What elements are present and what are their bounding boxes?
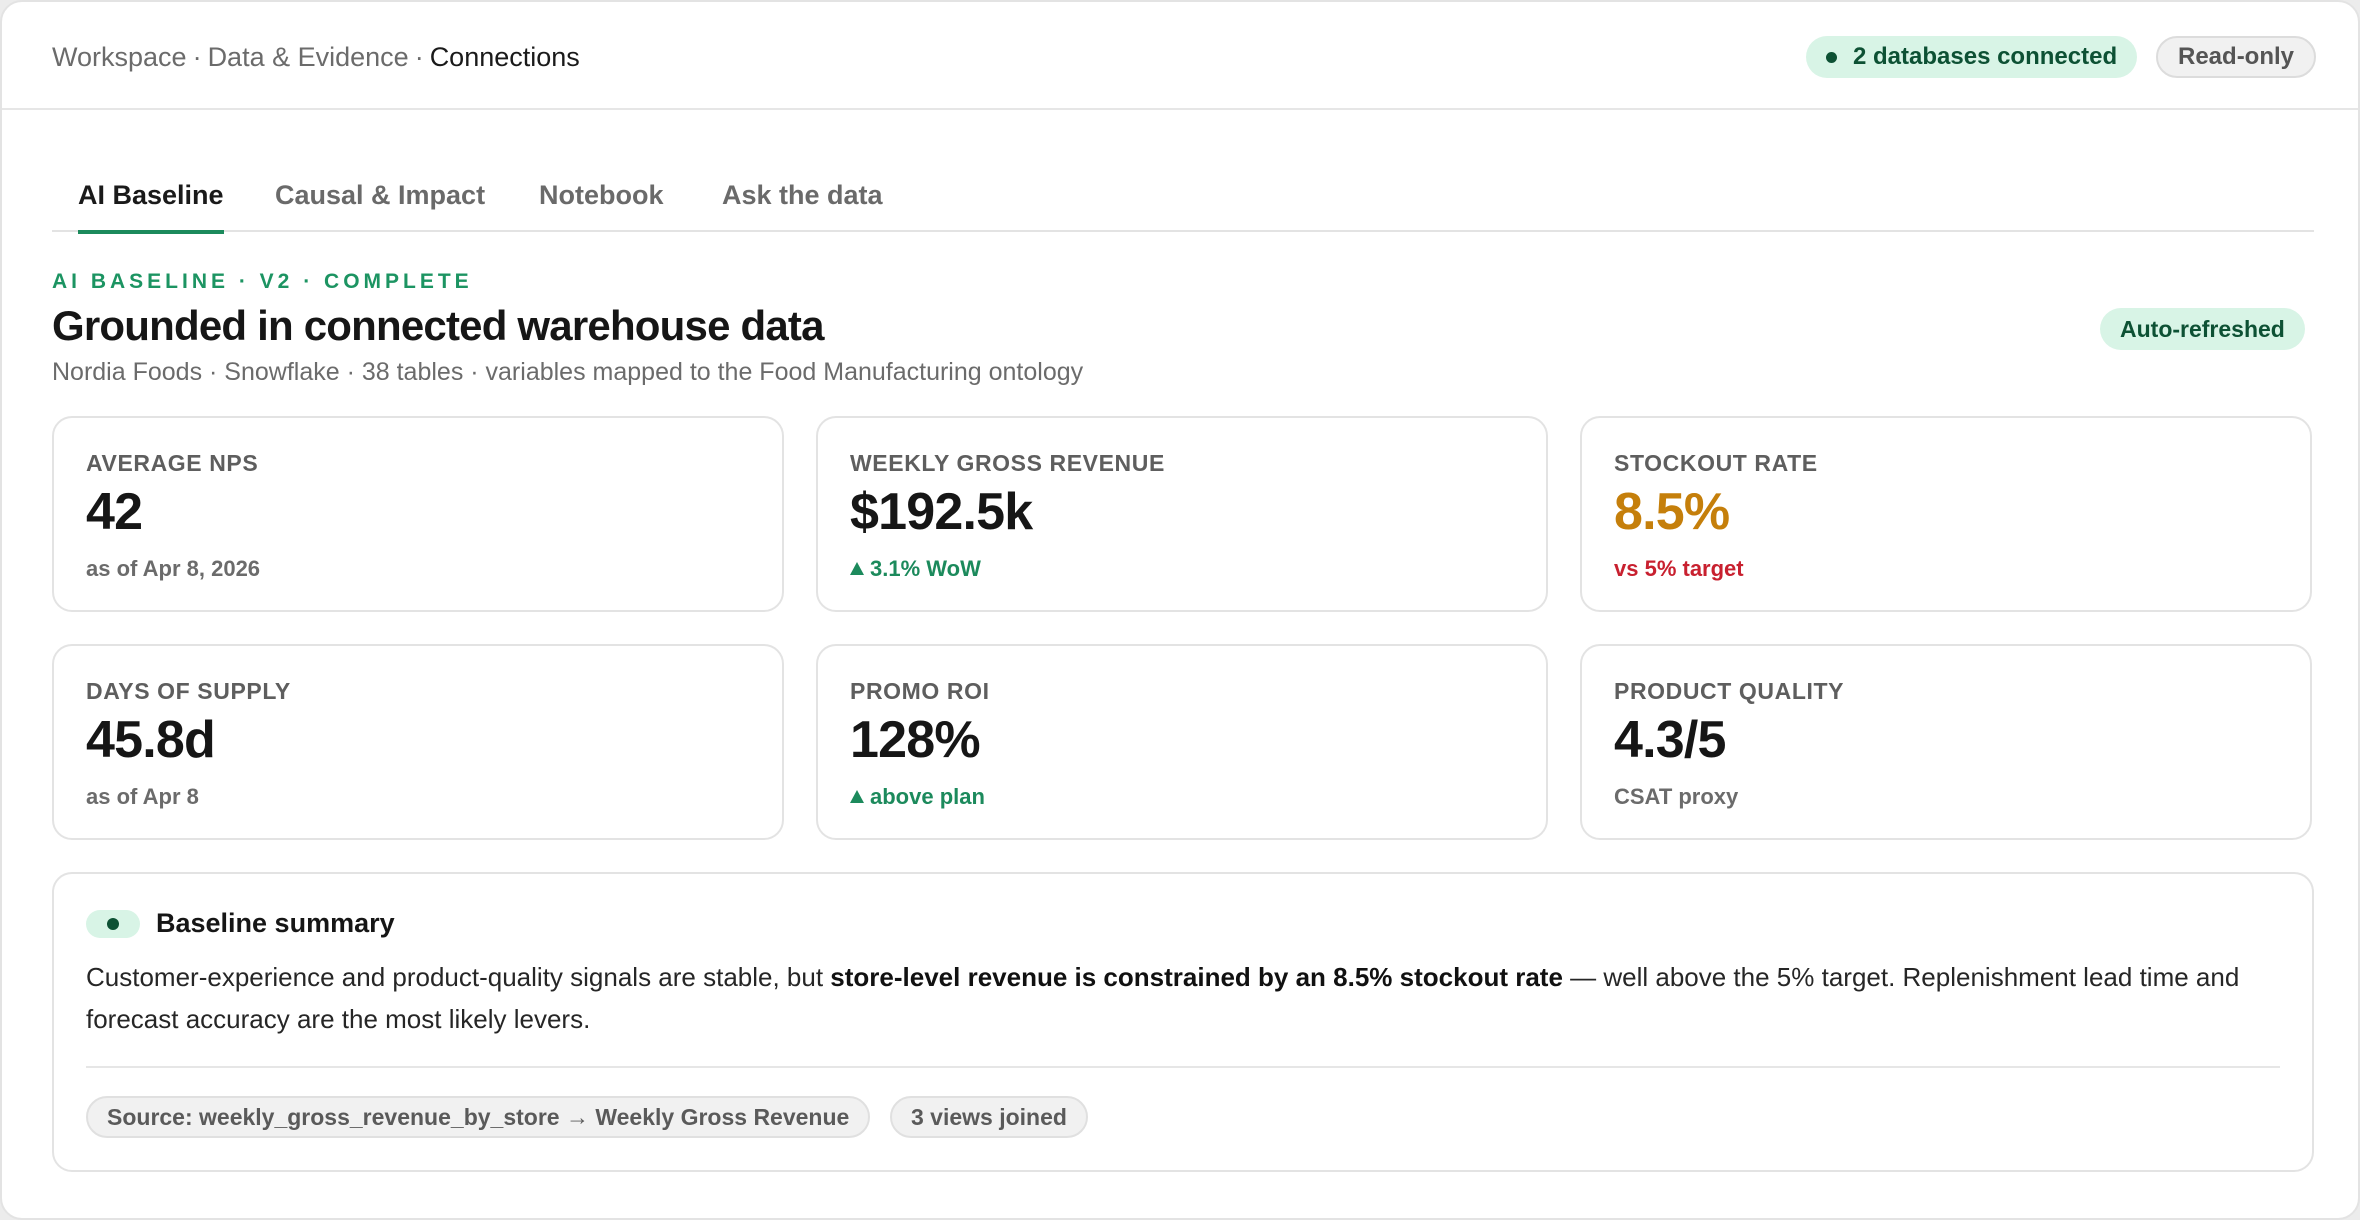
metric-card-days-of-supply[interactable]: DAYS OF SUPPLY 45.8d as of Apr 8 [52, 644, 784, 840]
divider [86, 1066, 2280, 1068]
metric-note: vs 5% target [1614, 556, 1744, 581]
metric-note: above plan [850, 784, 985, 810]
metric-card-average-nps[interactable]: AVERAGE NPS 42 as of Apr 8, 2026 [52, 416, 784, 612]
metric-card-stockout-rate[interactable]: STOCKOUT RATE 8.5% vs 5% target [1580, 416, 2312, 612]
metric-value: 128% [850, 711, 981, 769]
metric-value: 42 [86, 483, 143, 541]
readonly-label: Read-only [2178, 43, 2295, 70]
tab-ai-baseline[interactable]: AI Baseline [78, 168, 224, 234]
connection-status-label: 2 databases connected [1853, 43, 2118, 70]
tab-causal-impact[interactable]: Causal & Impact [275, 168, 485, 232]
auto-refreshed-badge: Auto-refreshed [2100, 308, 2305, 350]
app-window: Workspace · Data & Evidence · Connections 2 … [0, 0, 2360, 1220]
summary-text-highlight: store-level revenue is constrained by an… [830, 962, 1563, 992]
auto-refreshed-label: Auto-refreshed [2120, 315, 2285, 342]
metric-value: 45.8d [86, 711, 216, 769]
metric-value: 8.5% [1614, 483, 1730, 541]
metric-label: AVERAGE NPS [86, 450, 259, 476]
views-joined-chip[interactable]: 3 views joined [890, 1096, 1088, 1138]
metric-label: STOCKOUT RATE [1614, 450, 1818, 476]
metric-note: as of Apr 8 [86, 784, 199, 809]
status-dot-icon [1826, 51, 1837, 63]
trend-up-icon [850, 562, 864, 575]
metric-card-product-quality[interactable]: PRODUCT QUALITY 4.3/5 CSAT proxy [1580, 644, 2312, 840]
metric-label: PRODUCT QUALITY [1614, 678, 1845, 704]
metric-value: $192.5k [850, 483, 1033, 541]
section-eyebrow: AI BASELINE · V2 · COMPLETE [52, 270, 473, 293]
metric-note-text: above plan [870, 784, 985, 809]
summary-title: Baseline summary [156, 908, 395, 938]
source-chip[interactable]: Source: weekly_gross_revenue_by_store → … [86, 1096, 871, 1138]
metric-label: PROMO ROI [850, 678, 990, 704]
metric-label: DAYS OF SUPPLY [86, 678, 291, 704]
baseline-summary-panel: Baseline summary Customer-experience and… [52, 872, 2314, 1172]
tab-bar: AI Baseline Causal & Impact Notebook Ask… [52, 168, 2314, 234]
page-title: Grounded in connected warehouse data [52, 302, 824, 349]
breadcrumb: Workspace · Data & Evidence · Connections [52, 42, 580, 73]
breadcrumb-separator: · [414, 42, 424, 72]
metric-note: as of Apr 8, 2026 [86, 556, 261, 581]
readonly-badge: Read-only [2156, 36, 2317, 78]
metric-card-weekly-gross-revenue[interactable]: WEEKLY GROSS REVENUE $192.5k 3.1% WoW [816, 416, 1548, 612]
summary-text: Customer-experience and product-quality … [86, 956, 2286, 1040]
trend-up-icon [850, 790, 864, 803]
summary-text-intro: Customer-experience and product-quality … [86, 962, 831, 992]
metric-label: WEEKLY GROSS REVENUE [850, 450, 1165, 476]
connection-status-badge[interactable]: 2 databases connected [1806, 36, 2138, 78]
breadcrumb-item-workspace[interactable]: Workspace [52, 42, 187, 72]
breadcrumb-item-data-evidence[interactable]: Data & Evidence [208, 42, 409, 72]
breadcrumb-separator: · [192, 42, 202, 72]
top-bar: Workspace · Data & Evidence · Connections 2 … [2, 2, 2358, 110]
metric-card-promo-roi[interactable]: PROMO ROI 128% above plan [816, 644, 1548, 840]
metric-value: 4.3/5 [1614, 711, 1726, 769]
page-subtitle: Nordia Foods · Snowflake · 38 tables · v… [52, 358, 1084, 386]
tab-ask-the-data[interactable]: Ask the data [722, 168, 883, 232]
metric-note: 3.1% WoW [850, 556, 981, 582]
tab-notebook[interactable]: Notebook [539, 168, 664, 232]
status-dot-icon [86, 910, 140, 938]
metric-note: CSAT proxy [1614, 784, 1739, 809]
metric-note-text: 3.1% WoW [870, 556, 981, 581]
breadcrumb-current: Connections [429, 42, 580, 72]
